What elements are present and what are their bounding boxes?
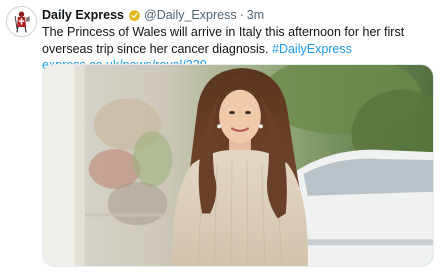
author-name[interactable]: Daily Express: [42, 7, 124, 23]
tweet-timestamp[interactable]: 3m: [247, 7, 264, 23]
author-avatar[interactable]: [6, 6, 37, 37]
separator-dot: ·: [239, 8, 244, 22]
verified-badge-icon: [128, 9, 141, 22]
hashtag-link[interactable]: #DailyExpress: [272, 42, 352, 56]
daily-express-logo-icon: [7, 7, 36, 36]
author-handle[interactable]: @Daily_Express: [144, 7, 237, 23]
tweet-photo[interactable]: [42, 64, 434, 267]
tweet-header: Daily Express @Daily_Express · 3m: [42, 7, 264, 23]
